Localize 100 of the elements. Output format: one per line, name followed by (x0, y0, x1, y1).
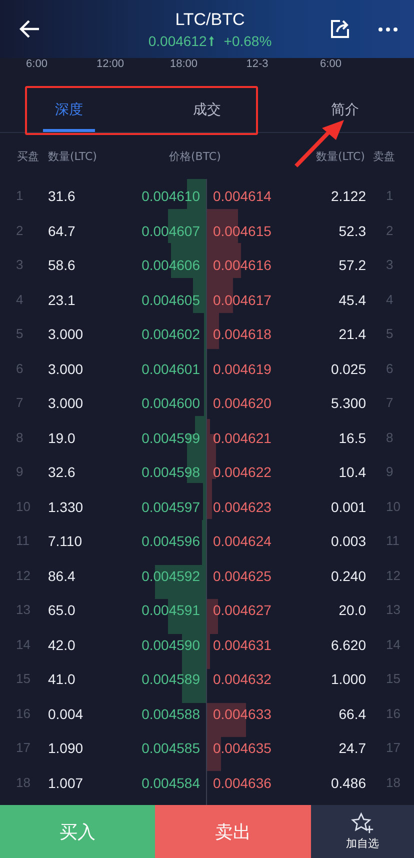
bid-price: 0.004585 (142, 740, 200, 756)
ask-price: 0.004617 (213, 292, 272, 308)
row-number: 12 (386, 568, 400, 582)
bid-amount: 58.6 (48, 257, 76, 273)
row-number: 9 (16, 464, 24, 479)
time-label: 12-3 (245, 58, 270, 72)
row-number: 5 (386, 326, 394, 341)
bid-price: 0.004588 (142, 706, 200, 722)
bid-amount: 7.110 (48, 533, 82, 549)
row-number: 3 (16, 257, 24, 272)
bid-amount: 3.000 (48, 360, 84, 376)
bid-price: 0.004600 (142, 395, 200, 411)
up-arrow-icon (208, 36, 214, 46)
time-label: 12:00 (95, 58, 126, 72)
ask-amount: 45.4 (338, 292, 366, 308)
row-number: 17 (16, 740, 30, 755)
bid-price: 0.004597 (142, 498, 200, 514)
row-number: 3 (386, 257, 394, 272)
row-number: 1 (386, 188, 394, 203)
row-number: 12 (16, 568, 30, 582)
ask-price: 0.004623 (213, 498, 272, 514)
row-number: 15 (386, 671, 400, 686)
ask-price: 0.004624 (213, 533, 272, 549)
row-number: 13 (16, 602, 30, 617)
row-number: 17 (386, 740, 400, 755)
tab[interactable]: 简介 (319, 76, 371, 132)
ask-price: 0.004616 (213, 257, 272, 273)
star-plus-icon (350, 812, 374, 834)
add-watchlist-button[interactable]: 加自选 (311, 805, 414, 858)
more-icon[interactable] (378, 26, 398, 32)
bid-price: 0.004591 (142, 602, 200, 618)
bid-price: 0.004592 (142, 568, 200, 584)
row-number: 7 (386, 395, 394, 410)
ask-price: 0.004622 (213, 464, 272, 480)
bid-amount: 19.0 (48, 430, 76, 446)
row-number: 16 (386, 706, 400, 720)
bid-amount: 42.0 (48, 636, 76, 652)
row-number: 13 (386, 602, 400, 617)
ask-price: 0.004620 (213, 395, 272, 411)
bid-amount: 1.330 (48, 498, 84, 514)
bid-amount: 41.0 (48, 671, 76, 687)
bid-amount: 64.7 (48, 222, 76, 238)
ask-amount: 6.620 (330, 636, 366, 652)
share-icon[interactable] (328, 17, 352, 41)
row-number: 10 (16, 498, 30, 514)
bid-price: 0.004596 (142, 533, 200, 549)
ask-price: 0.004619 (213, 360, 272, 376)
ask-price: 0.004632 (213, 671, 272, 687)
ask-amount: 2.122 (330, 188, 366, 204)
row-number: 14 (386, 636, 400, 652)
ask-price: 0.004614 (213, 188, 272, 204)
time-label: 18:00 (168, 58, 199, 72)
ask-amount: 52.3 (338, 222, 366, 238)
ask-amount: 16.5 (338, 430, 366, 446)
time-label: 6:00 (319, 58, 342, 72)
bid-price: 0.004601 (142, 360, 200, 376)
column-header: 数量(LTC) (48, 148, 97, 164)
tab[interactable]: 深度 (43, 76, 95, 132)
ask-price: 0.004635 (213, 740, 272, 756)
bid-amount: 0.004 (48, 706, 84, 722)
row-number: 8 (16, 430, 24, 444)
row-number: 2 (16, 222, 24, 238)
row-number: 7 (16, 395, 24, 410)
row-number: 14 (16, 636, 30, 652)
row-number: 4 (386, 292, 394, 306)
ask-amount: 10.4 (338, 464, 366, 480)
ask-price: 0.004633 (213, 706, 272, 722)
ask-price: 0.004621 (213, 430, 272, 446)
column-header: 买盘 (17, 148, 39, 164)
ask-amount: 20.0 (338, 602, 366, 618)
row-number: 6 (386, 360, 394, 376)
bid-amount: 1.090 (48, 740, 84, 756)
bid-amount: 65.0 (48, 602, 76, 618)
row-number: 6 (16, 360, 24, 376)
row-number: 2 (386, 222, 394, 238)
column-header: 数量(LTC) (316, 148, 365, 164)
row-number: 9 (386, 464, 394, 479)
bid-amount: 86.4 (48, 568, 76, 584)
row-number: 16 (16, 706, 30, 720)
bid-price: 0.004610 (142, 188, 200, 204)
bid-price: 0.004607 (142, 222, 200, 238)
ask-amount: 0.025 (330, 360, 366, 376)
ask-amount: 5.300 (330, 395, 366, 411)
tab[interactable]: 成交 (181, 76, 233, 132)
ask-price: 0.004618 (213, 326, 272, 342)
row-number: 4 (16, 292, 24, 306)
bid-amount: 1.007 (48, 774, 84, 790)
row-number: 5 (16, 326, 24, 341)
bid-price: 0.004598 (142, 464, 200, 480)
row-number: 8 (386, 430, 394, 444)
last-price: 0.004612 (148, 32, 207, 48)
ask-amount: 21.4 (338, 326, 366, 342)
ask-price: 0.004627 (213, 602, 272, 618)
ask-amount: 0.003 (330, 533, 366, 549)
row-number: 15 (16, 671, 30, 686)
time-label: 6:00 (25, 58, 48, 72)
row-number: 11 (16, 533, 30, 548)
bid-price: 0.004584 (142, 774, 200, 790)
ask-amount: 1.000 (330, 671, 366, 687)
bid-amount: 23.1 (48, 292, 76, 308)
